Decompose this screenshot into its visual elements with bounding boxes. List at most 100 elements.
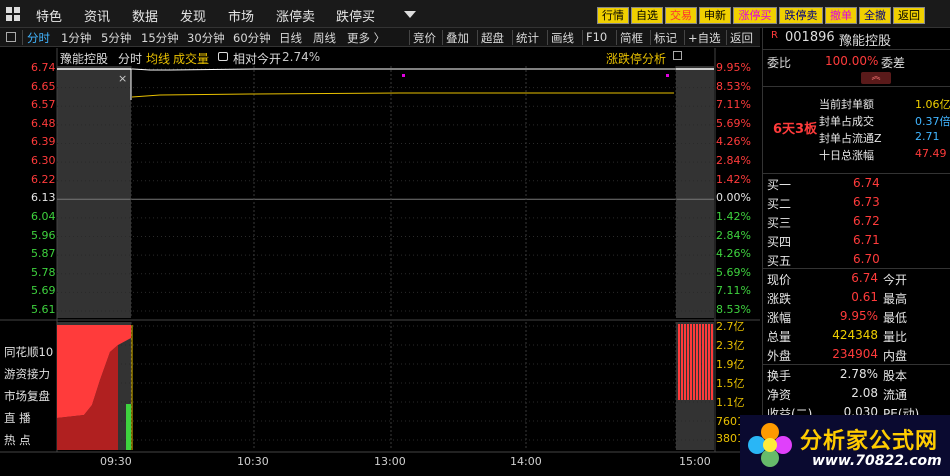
price-tick-label: 6.04 <box>31 209 56 223</box>
close-volume-bar <box>681 324 683 400</box>
stat-label: 涨幅 <box>767 311 792 325</box>
fengdan-value: 1.06亿 <box>915 98 950 111</box>
pct-tick-label: 8.53% <box>716 79 751 93</box>
watermark-title: 分析家公式网 <box>800 429 939 454</box>
r-badge-icon: R <box>771 30 778 41</box>
quote-panel: R 001896 豫能控股 委比 100.00% 委差 ︽ 6天3板 当前封单额… <box>762 28 950 476</box>
close-marker-icon: × <box>118 72 127 85</box>
pct-tick-label: 1.42% <box>716 172 751 186</box>
time-tick-label: 14:00 <box>510 455 542 468</box>
stat-value: 234904 <box>832 347 878 361</box>
stat-label-2: 最高 <box>883 292 908 306</box>
volume-tick-label: 1.5亿 <box>716 377 745 390</box>
time-tick-label: 15:00 <box>679 455 711 468</box>
price-tick-label: 5.69 <box>31 284 56 298</box>
stat-label-2: 内盘 <box>883 349 908 363</box>
close-volume-bar <box>711 324 713 400</box>
volume-tick-label: 1.1亿 <box>716 396 745 409</box>
stat2-label-2: 股本 <box>883 369 908 383</box>
auction-volume-green <box>126 404 131 450</box>
price-tick-label: 5.61 <box>31 303 56 316</box>
price-tick-label: 6.57 <box>31 98 56 112</box>
stat-value: 424348 <box>832 328 878 342</box>
sidebar-link-3[interactable]: 直 播 <box>4 410 31 426</box>
bid-level-price: 6.72 <box>853 214 880 228</box>
sidebar-link-1[interactable]: 游资接力 <box>4 366 50 382</box>
weibi-value: 100.00% <box>825 54 879 68</box>
stat2-value: 2.78% <box>839 367 878 381</box>
pct-tick-label: 2.84% <box>716 154 751 168</box>
quote-name: 豫能控股 <box>839 34 892 49</box>
watermark-logo: 分析家公式网 www.70822.com <box>740 415 950 476</box>
price-tick-label: 5.87 <box>31 247 56 261</box>
pct-tick-label: 7.11% <box>716 98 751 112</box>
sidebar-link-0[interactable]: 同花顺10 <box>4 344 53 360</box>
close-volume-bar <box>687 324 689 400</box>
bid-level-label: 买五 <box>767 254 792 268</box>
weicha-label: 委差 <box>881 56 906 70</box>
event-marker <box>402 74 405 77</box>
pre-session-block <box>57 66 131 318</box>
stat-label: 涨跌 <box>767 292 792 306</box>
price-tick-label: 5.96 <box>31 228 56 242</box>
time-tick-label: 13:00 <box>374 455 406 468</box>
sidebar-link-2[interactable]: 市场复盘 <box>4 388 50 404</box>
stat2-label: 换手 <box>767 369 792 383</box>
close-volume-bar <box>693 324 695 400</box>
pct-tick-label: 8.53% <box>716 303 751 316</box>
sidebar-link-4[interactable]: 热 点 <box>4 432 31 448</box>
stat-label: 外盘 <box>767 349 792 363</box>
pct-tick-label: 4.26% <box>716 247 751 261</box>
price-tick-label: 6.22 <box>31 172 56 186</box>
trade-button-7[interactable]: 全撤 <box>859 7 891 24</box>
lianban-badge: 6天3板 <box>773 122 818 137</box>
fengdan-value: 0.37倍 <box>915 115 950 128</box>
close-volume-bar <box>702 324 704 400</box>
stat-value: 9.95% <box>839 309 878 323</box>
close-volume-bar <box>708 324 710 400</box>
fengdan-value: 47.49 <box>915 147 947 160</box>
stat2-label-2: 流通 <box>883 388 908 402</box>
pct-tick-label: 5.69% <box>716 116 751 130</box>
stat-value: 6.74 <box>851 271 878 285</box>
price-tick-label: 6.30 <box>31 154 56 168</box>
stat-value: 0.61 <box>851 290 878 304</box>
time-tick-label: 10:30 <box>237 455 269 468</box>
close-volume-bar <box>699 324 701 400</box>
trade-button-6[interactable]: 撤单 <box>825 7 857 24</box>
close-volume-bar <box>690 324 692 400</box>
bid-level-label: 买一 <box>767 178 792 192</box>
trade-button-8[interactable]: 返回 <box>893 7 925 24</box>
stat-label-2: 最低 <box>883 311 908 325</box>
trade-button-5[interactable]: 跌停卖 <box>779 7 823 24</box>
flower-logo-icon <box>748 423 792 467</box>
stat-label: 现价 <box>767 273 792 287</box>
time-tick-label: 09:30 <box>100 455 132 468</box>
stat-label-2: 今开 <box>883 273 908 287</box>
bid-level-price: 6.74 <box>853 176 880 190</box>
price-tick-label: 6.74 <box>31 61 56 74</box>
pct-tick-label: 2.84% <box>716 228 751 242</box>
price-tick-label: 6.65 <box>31 79 56 93</box>
pct-tick-label: 9.95% <box>716 61 751 74</box>
fengdan-value: 2.71 <box>915 130 940 143</box>
volume-tick-label: 2.3亿 <box>716 339 745 352</box>
close-volume-bar <box>696 324 698 400</box>
volume-tick-label: 2.7亿 <box>716 320 745 333</box>
fengdan-label: 十日总涨幅 <box>819 149 874 162</box>
bid-level-label: 买三 <box>767 216 792 230</box>
bid-level-label: 买四 <box>767 235 792 249</box>
stat-label: 总量 <box>767 330 792 344</box>
close-volume-bar <box>705 324 707 400</box>
fengdan-label: 封单占成交 <box>819 115 874 128</box>
fengdan-label: 封单占流通Z <box>819 132 882 145</box>
weibi-label: 委比 <box>767 56 792 70</box>
fengdan-label: 当前封单额 <box>819 98 874 111</box>
pct-tick-label: 4.26% <box>716 135 751 149</box>
close-volume-bar <box>684 324 686 400</box>
bid-level-price: 6.70 <box>853 252 880 266</box>
stat2-label: 净资 <box>767 388 792 402</box>
collapse-arrow-icon[interactable]: ︽ <box>861 72 891 84</box>
bid-level-price: 6.73 <box>853 195 880 209</box>
intraday-chart[interactable]: × <box>0 0 760 476</box>
